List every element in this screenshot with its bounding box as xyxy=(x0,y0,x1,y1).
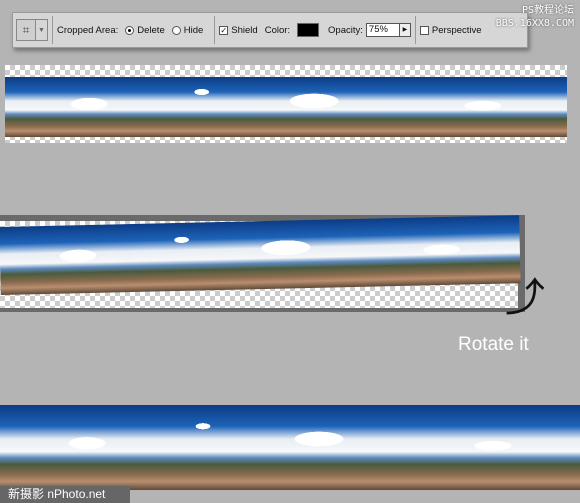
divider xyxy=(414,16,416,44)
opacity-label: Opacity: xyxy=(328,24,363,36)
panorama-crop-before[interactable] xyxy=(5,65,567,143)
rotate-annotation: Rotate it xyxy=(458,334,529,355)
preset-dropdown[interactable]: ▼ xyxy=(36,19,48,41)
crop-tool-preset-button[interactable]: ⌗ xyxy=(16,19,36,41)
perspective-checkbox[interactable]: Perspective xyxy=(419,25,482,36)
hide-radio[interactable]: Hide xyxy=(171,25,203,36)
opacity-slider-button[interactable]: ▶ xyxy=(399,23,411,37)
rotated-panorama-image xyxy=(0,215,521,295)
cropped-area-label: Cropped Area: xyxy=(57,24,119,36)
opacity-input[interactable]: 75% xyxy=(365,23,400,37)
color-label: Color: xyxy=(264,24,291,36)
panorama-crop-shield[interactable] xyxy=(0,215,525,312)
curved-arrow-icon: ⤴ xyxy=(505,276,545,320)
shield-checkbox[interactable]: ✓ Shield xyxy=(219,25,258,36)
crop-icon: ⌗ xyxy=(22,22,30,37)
shield-color-swatch[interactable] xyxy=(297,23,320,37)
options-bar: ⌗ ▼ Cropped Area: Delete Hide ✓ Shield Co… xyxy=(12,12,528,48)
divider xyxy=(214,16,216,44)
delete-radio[interactable]: Delete xyxy=(125,25,165,36)
divider xyxy=(52,16,53,44)
panorama-result xyxy=(0,405,580,490)
watermark: PS教程论坛 BBS.16XX8.COM xyxy=(495,5,574,29)
credit-watermark: 新摄影 nPhoto.net xyxy=(0,486,130,503)
panorama-image xyxy=(5,77,567,137)
